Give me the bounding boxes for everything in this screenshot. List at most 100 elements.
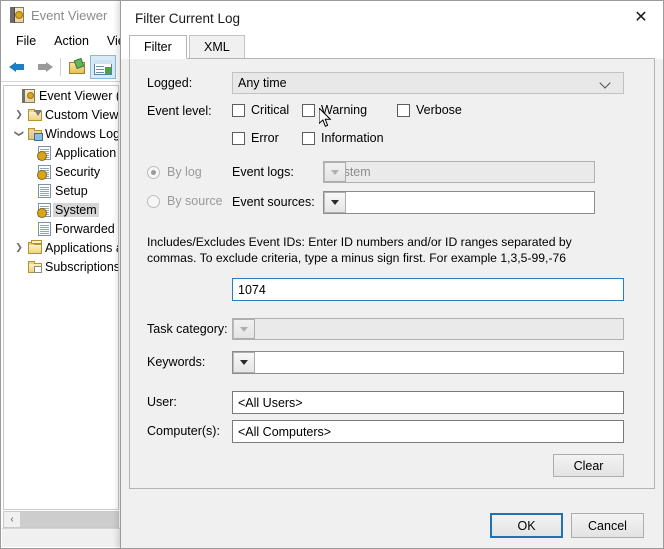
triangle-down-icon bbox=[331, 200, 339, 205]
tree-horizontal-scrollbar[interactable]: ‹ bbox=[3, 511, 119, 528]
folder-icon bbox=[68, 57, 86, 75]
event-ids-value: 1074 bbox=[238, 282, 266, 297]
show-hide-tree-button[interactable] bbox=[90, 55, 116, 79]
tree-item-label: Security bbox=[55, 164, 101, 179]
back-arrow-icon bbox=[9, 60, 27, 74]
tree-item-windows-logs[interactable]: Windows Log bbox=[4, 124, 118, 143]
checkbox-warning[interactable]: Warning bbox=[302, 103, 367, 117]
tree-item-application[interactable]: Application bbox=[4, 143, 118, 162]
radio-by-source[interactable]: By source bbox=[147, 194, 223, 208]
dropdown-button[interactable] bbox=[233, 352, 255, 373]
dialog-title: Filter Current Log bbox=[135, 10, 241, 26]
folder-filter-icon bbox=[26, 108, 43, 121]
event-logs-dropdown[interactable]: System bbox=[323, 161, 595, 183]
log-warning-icon bbox=[36, 202, 53, 218]
user-input[interactable]: <All Users> bbox=[232, 391, 624, 414]
keywords-dropdown[interactable] bbox=[232, 351, 624, 374]
radio-circle bbox=[147, 165, 160, 179]
dropdown-button[interactable] bbox=[324, 162, 346, 182]
checkbox-box bbox=[302, 103, 315, 117]
screen: Event Viewer File Action View ? bbox=[0, 0, 664, 549]
tree-item-security[interactable]: Security bbox=[4, 162, 118, 181]
cancel-button[interactable]: Cancel bbox=[571, 513, 644, 538]
close-icon[interactable]: ✕ bbox=[619, 1, 663, 33]
logged-value: Any time bbox=[238, 76, 287, 90]
log-warning-icon bbox=[36, 164, 53, 180]
tree-item-label: Custom Views bbox=[45, 107, 119, 122]
scrollbar-thumb[interactable] bbox=[20, 512, 118, 527]
logged-label: Logged: bbox=[147, 76, 193, 90]
event-sources-dropdown[interactable] bbox=[323, 191, 595, 214]
keywords-label: Keywords: bbox=[147, 355, 206, 369]
checkbox-critical[interactable]: Critical bbox=[232, 103, 289, 117]
folder-logs-icon bbox=[26, 127, 43, 141]
cancel-button-label: Cancel bbox=[588, 518, 627, 533]
checkbox-label: Critical bbox=[251, 103, 290, 117]
scroll-left-arrow-icon[interactable]: ‹ bbox=[4, 512, 20, 527]
dialog-tabs: Filter XML bbox=[121, 35, 663, 59]
tree-item-custom-views[interactable]: Custom Views bbox=[4, 105, 118, 124]
tree-item-system[interactable]: System bbox=[4, 200, 118, 219]
chevron-right-icon[interactable] bbox=[12, 109, 26, 120]
computers-value: <All Computers> bbox=[238, 424, 332, 439]
clear-button[interactable]: Clear bbox=[553, 454, 624, 477]
radio-label: By source bbox=[167, 194, 223, 208]
checkbox-label: Verbose bbox=[416, 103, 462, 117]
checkbox-box bbox=[232, 131, 245, 145]
log-warning-icon bbox=[36, 145, 53, 161]
event-viewer-icon bbox=[20, 88, 37, 103]
task-category-dropdown[interactable] bbox=[232, 318, 624, 340]
user-value: <All Users> bbox=[238, 395, 303, 410]
chevron-down-icon[interactable] bbox=[12, 128, 26, 139]
open-folder-button[interactable] bbox=[64, 55, 90, 79]
folder-multi-icon bbox=[26, 239, 43, 254]
forward-arrow-icon bbox=[35, 60, 53, 74]
tree-item-setup[interactable]: Setup bbox=[4, 181, 118, 200]
tree-item-applications-and-services[interactable]: Applications a bbox=[4, 238, 118, 257]
checkbox-information[interactable]: Information bbox=[302, 131, 384, 145]
back-button[interactable] bbox=[5, 55, 31, 79]
triangle-down-icon bbox=[240, 326, 248, 332]
tab-label: Filter bbox=[144, 40, 172, 54]
menu-action[interactable]: Action bbox=[45, 31, 98, 51]
radio-label: By log bbox=[167, 165, 202, 179]
event-level-label: Event level: bbox=[147, 104, 212, 118]
checkbox-verbose[interactable]: Verbose bbox=[397, 103, 462, 117]
event-viewer-icon bbox=[9, 7, 25, 23]
tab-filter[interactable]: Filter bbox=[129, 35, 187, 59]
tab-label: XML bbox=[204, 40, 230, 54]
event-ids-input[interactable]: 1074 bbox=[232, 278, 624, 301]
logged-dropdown[interactable]: Any time bbox=[232, 72, 624, 94]
ok-button[interactable]: OK bbox=[490, 513, 563, 538]
tree-item-subscriptions[interactable]: Subscriptions bbox=[4, 257, 118, 276]
computers-label: Computer(s): bbox=[147, 424, 220, 438]
tree-item-forwarded-events[interactable]: Forwarded bbox=[4, 219, 118, 238]
radio-circle bbox=[147, 194, 160, 208]
tree-item-label: Subscriptions bbox=[45, 259, 119, 274]
console-tree[interactable]: Event Viewer (Loc Custom Views Windows L… bbox=[3, 85, 119, 510]
checkbox-label: Error bbox=[251, 131, 279, 145]
dropdown-button[interactable] bbox=[233, 319, 255, 339]
menu-file[interactable]: File bbox=[7, 31, 45, 51]
event-logs-value: System bbox=[329, 165, 371, 179]
filter-current-log-dialog: Filter Current Log ✕ Filter XML Logged: … bbox=[120, 0, 664, 549]
triangle-down-icon bbox=[331, 169, 339, 175]
chevron-right-icon[interactable] bbox=[12, 242, 26, 253]
checkbox-label: Warning bbox=[321, 103, 368, 117]
dropdown-button[interactable] bbox=[324, 192, 346, 213]
triangle-down-icon bbox=[240, 360, 248, 365]
tree-item-label: Event Viewer (Loc bbox=[39, 88, 118, 103]
checkbox-label: Information bbox=[321, 131, 384, 145]
filter-tab-panel: Logged: Any time Event level: Critical W… bbox=[129, 58, 655, 489]
checkbox-error[interactable]: Error bbox=[232, 131, 279, 145]
tree-item-label: Applications a bbox=[45, 240, 119, 255]
tree-item-label: Application bbox=[55, 145, 117, 160]
computers-input[interactable]: <All Computers> bbox=[232, 420, 624, 443]
tab-xml[interactable]: XML bbox=[189, 35, 245, 59]
folder-subscriptions-icon bbox=[26, 260, 43, 273]
tree-item-label: Setup bbox=[55, 183, 88, 198]
task-category-label: Task category: bbox=[147, 322, 228, 336]
tree-item-event-viewer[interactable]: Event Viewer (Loc bbox=[4, 86, 118, 105]
radio-by-log[interactable]: By log bbox=[147, 165, 202, 179]
forward-button[interactable] bbox=[31, 55, 57, 79]
